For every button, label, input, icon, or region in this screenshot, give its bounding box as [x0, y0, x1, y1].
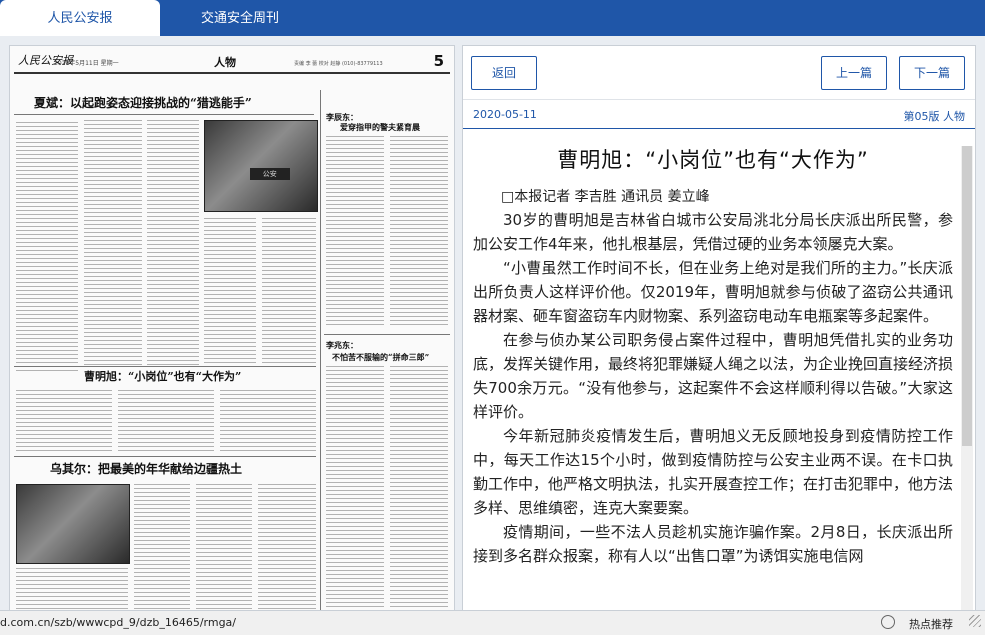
paper-photo-border-police[interactable] [16, 484, 130, 564]
paper-text-column [326, 136, 384, 328]
paper-text-column [220, 390, 316, 452]
paper-headline-xiabin[interactable]: 夏斌：以起跑姿态迎接挑战的“猎逃能手” [34, 94, 252, 111]
paper-headline-caomingxu[interactable]: 曹明旭：“小岗位”也有“大作为” [84, 368, 241, 384]
article-paragraph: 30岁的曹明旭是吉林省白城市公安局洮北分局长庆派出所民警，参加公安工作4年来，他… [473, 211, 953, 253]
browser-status-bar: d.com.cn/szb/wwwcpd_9/dzb_16465/rmga/ 热点… [0, 610, 985, 635]
paper-text-column [134, 484, 190, 610]
article-paragraph: “小曹虽然工作时间不长，但在业务上绝对是我们所的主力。”长庆派出所负责人这样评价… [473, 259, 953, 325]
article-reader-panel: 返回 上一篇 下一篇 2020-05-11 第05版 人物 曹明旭：“小岗位”也… [462, 45, 976, 612]
masthead-date: 2020年5月11日 星期一 [54, 60, 119, 67]
hot-recommend-link[interactable]: 热点推荐 [909, 616, 953, 632]
paper-photo-police[interactable]: 公安 [204, 120, 318, 212]
tab-traffic-safety-weekly[interactable]: 交通安全周刊 [160, 0, 320, 36]
article-edition-link[interactable]: 第05版 人物 [904, 108, 966, 124]
tab-renmin-gongan-bao[interactable]: 人民公安报 [0, 0, 160, 36]
photo-sign: 公安 [249, 167, 290, 180]
article-paragraph: 在参与侦办某公司职务侵占案件过程中，曹明旭凭借扎实的业务功底，发挥关键作用，最终… [473, 331, 954, 421]
masthead-section: 人物 [214, 56, 236, 69]
paper-text-column [147, 120, 199, 368]
paper-text-column [16, 122, 78, 372]
newspaper-masthead: 人民公安报 2020年5月11日 星期一 人物 责编 李 蕾 校对 赵静 (01… [14, 50, 450, 74]
paper-text-column [16, 390, 112, 452]
resize-grip-icon[interactable] [969, 615, 981, 627]
paper-text-column [204, 218, 256, 368]
back-button[interactable]: 返回 [471, 56, 537, 90]
paper-text-column [326, 366, 384, 610]
masthead-meta: 责编 李 蕾 校对 赵静 (010)-83779113 [294, 61, 383, 67]
divider [14, 366, 316, 367]
divider [14, 456, 316, 457]
top-tab-bar: 人民公安报 交通安全周刊 [0, 0, 985, 36]
article-paragraph: 疫情期间，一些不法人员趁机实施诈骗作案。2月8日，长庆派出所接到多名群众报案，称… [473, 523, 953, 565]
paper-text-column [262, 218, 316, 368]
article-info-bar: 2020-05-11 第05版 人物 [463, 100, 975, 129]
article-paragraph: 今年新冠肺炎疫情发生后，曹明旭义无反顾地投身到疫情防控工作中，每天工作达15个小… [473, 427, 954, 517]
scrollbar-thumb[interactable] [962, 146, 972, 446]
paper-text-column [196, 484, 252, 610]
paper-text-column [16, 568, 128, 610]
paper-headline-wuqier[interactable]: 乌其尔：把最美的年华献给边疆热土 [50, 460, 242, 477]
paper-text-column [258, 484, 316, 610]
article-body: 曹明旭：“小岗位”也有“大作为” □本报记者 李吉胜 通讯员 姜立峰 30岁的曹… [473, 144, 953, 568]
article-scrollbar[interactable] [961, 146, 973, 611]
article-nav-bar: 返回 上一篇 下一篇 [463, 46, 975, 100]
article-title: 曹明旭：“小岗位”也有“大作为” [557, 148, 869, 172]
column-divider [320, 90, 321, 610]
side-story-2-lead: 李兆东： [326, 340, 358, 350]
next-article-button[interactable]: 下一篇 [899, 56, 965, 90]
hot-recommend-icon [881, 615, 895, 629]
newspaper-page-image[interactable]: 人民公安报 2020年5月11日 星期一 人物 责编 李 蕾 校对 赵静 (01… [9, 45, 455, 612]
prev-article-button[interactable]: 上一篇 [821, 56, 887, 90]
paper-text-column [118, 390, 214, 452]
article-date: 2020-05-11 [473, 108, 537, 121]
divider [324, 334, 450, 335]
masthead-page-number: 5 [433, 52, 444, 70]
article-byline: □本报记者 李吉胜 通讯员 姜立峰 [501, 189, 710, 205]
side-story-1-title[interactable]: 爱穿指甲的警夫紧育晨 [340, 122, 420, 133]
paper-text-column [390, 136, 448, 328]
divider [14, 114, 314, 115]
paper-text-column [390, 366, 448, 610]
status-url: d.com.cn/szb/wwwcpd_9/dzb_16465/rmga/ [0, 616, 237, 629]
side-story-2-title[interactable]: 不怕苦不服输的“拼命三郎” [332, 352, 429, 363]
paper-text-column [84, 120, 142, 368]
